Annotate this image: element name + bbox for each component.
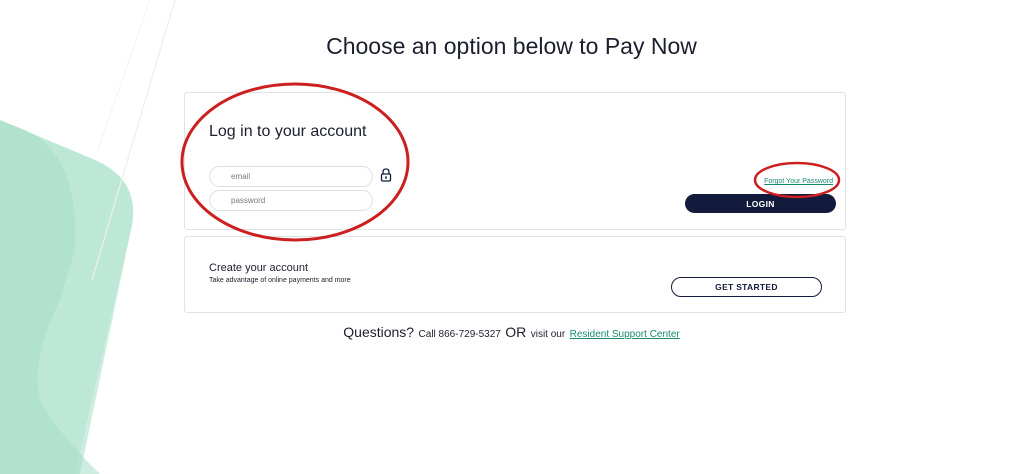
or-label: OR xyxy=(505,324,527,340)
login-card: Log in to your account Forgot Your Passw… xyxy=(184,92,846,230)
get-started-button[interactable]: GET STARTED xyxy=(671,277,822,297)
page: Choose an option below to Pay Now Log in… xyxy=(0,0,1023,474)
visit-text: visit our xyxy=(530,329,566,340)
login-button[interactable]: LOGIN xyxy=(685,194,836,213)
create-account-heading: Create your account xyxy=(209,262,309,274)
resident-support-link[interactable]: Resident Support Center xyxy=(570,329,680,340)
page-title: Choose an option below to Pay Now xyxy=(326,33,697,59)
background-decoration xyxy=(0,0,176,474)
password-field[interactable] xyxy=(209,190,373,211)
create-account-card: Create your account Take advantage of on… xyxy=(184,236,846,313)
email-field[interactable] xyxy=(209,166,373,187)
support-footer: Questions? Call 866-729-5327 OR visit ou… xyxy=(0,324,1023,342)
call-text: Call 866-729-5327 xyxy=(418,329,501,340)
login-heading: Log in to your account xyxy=(209,123,367,140)
questions-label: Questions? xyxy=(343,324,415,340)
forgot-password-link[interactable]: Forgot Your Password xyxy=(764,178,833,185)
lock-icon[interactable] xyxy=(380,168,392,182)
create-account-subtext: Take advantage of online payments and mo… xyxy=(209,277,351,284)
